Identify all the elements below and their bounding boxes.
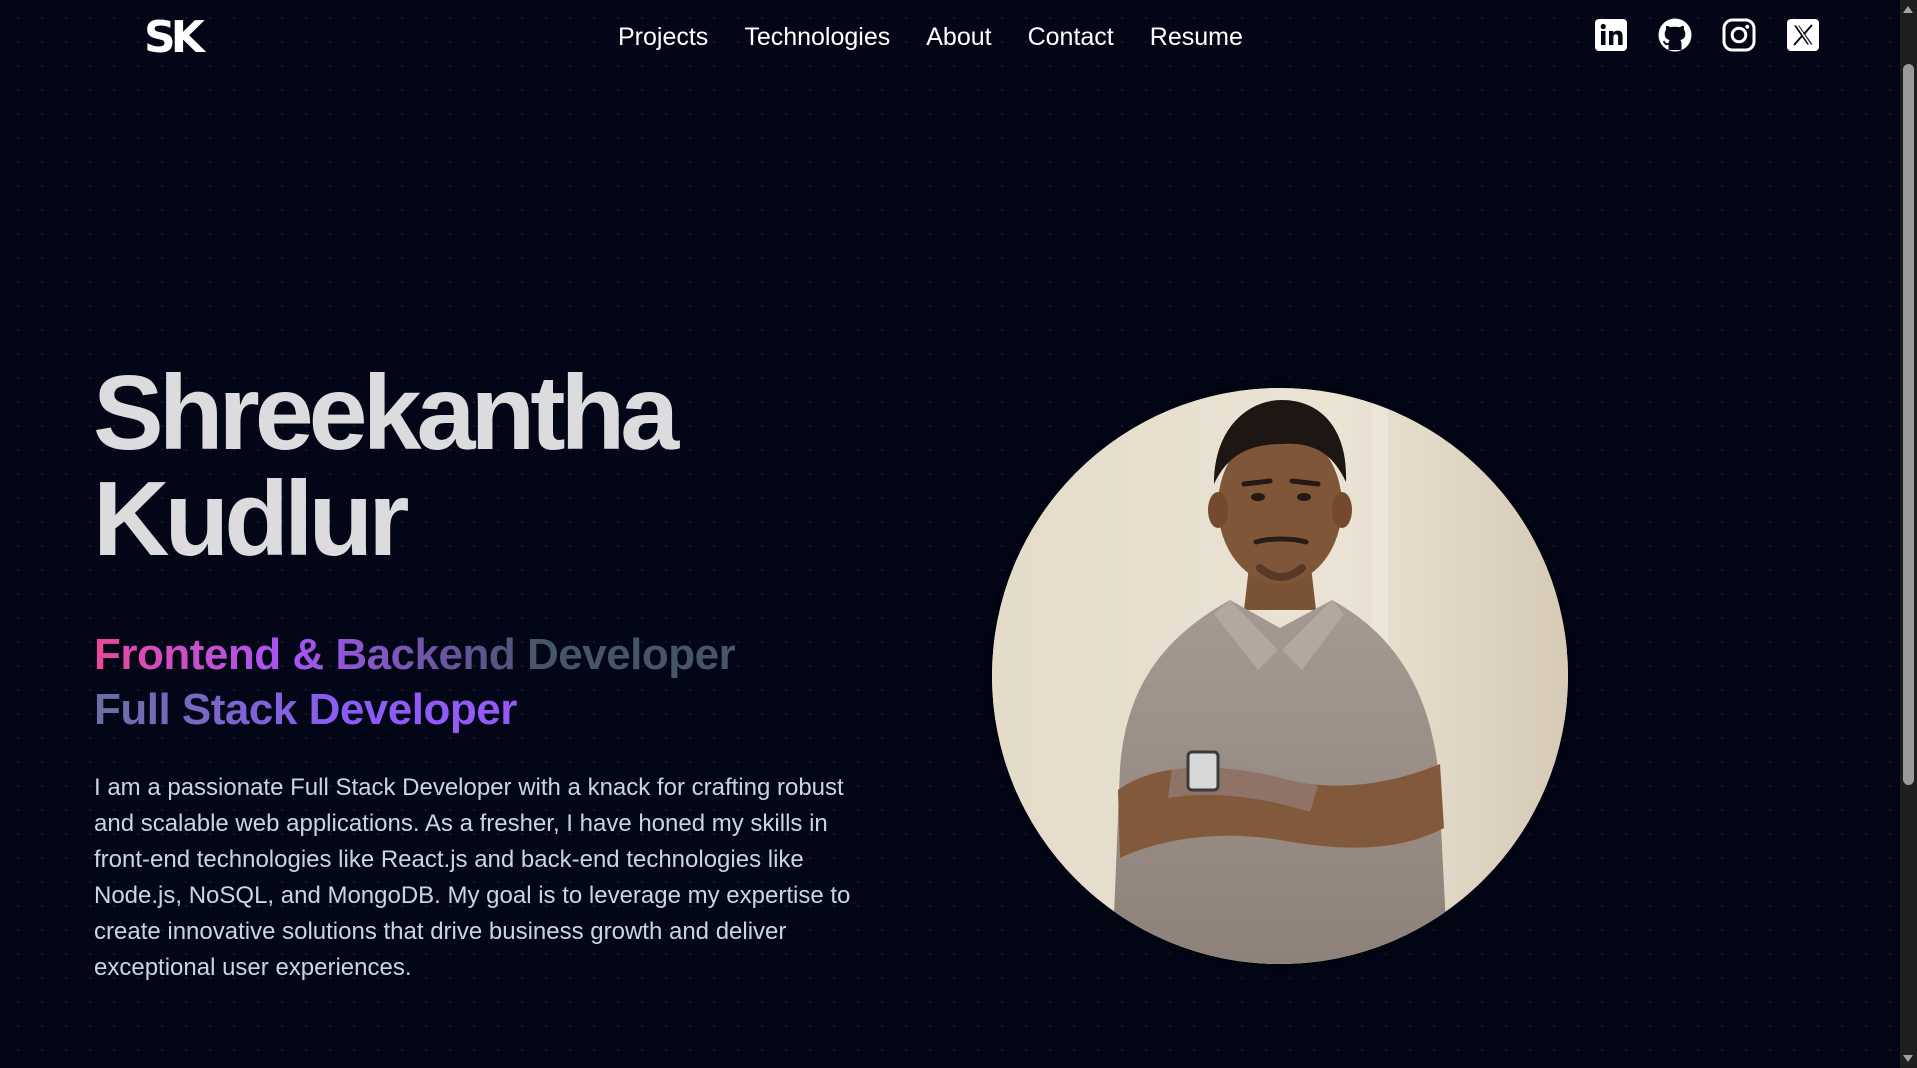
role-titles: Frontend & Backend Developer Full Stack … [94,627,736,737]
page-scrollbar[interactable] [1900,0,1917,1068]
nav-link-projects[interactable]: Projects [618,20,708,54]
nav-link-about[interactable]: About [926,20,991,54]
profile-photo [992,388,1568,964]
linkedin-icon[interactable] [1593,17,1629,53]
hero-name: Shreekantha Kudlur [93,354,679,578]
hero-first-name: Shreekantha [93,354,679,472]
hero-last-name: Kudlur [93,460,410,578]
nav-link-technologies[interactable]: Technologies [744,20,890,54]
role-title-primary: Frontend & Backend Developer [94,627,736,682]
x-icon[interactable] [1785,17,1821,53]
github-icon[interactable] [1657,17,1693,53]
nav-link-resume[interactable]: Resume [1150,20,1243,54]
main-nav: Projects Technologies About Contact Resu… [618,20,1243,54]
scroll-down-arrow-icon[interactable] [1903,1055,1913,1062]
site-logo[interactable]: SK [144,14,205,62]
hero-bio: I am a passionate Full Stack Developer w… [94,774,851,981]
role-title-secondary: Full Stack Developer [94,682,735,737]
social-links [1593,17,1821,53]
scroll-thumb[interactable] [1903,64,1914,785]
instagram-icon[interactable] [1721,17,1757,53]
scroll-up-arrow-icon[interactable] [1903,6,1913,13]
nav-link-contact[interactable]: Contact [1028,20,1114,54]
